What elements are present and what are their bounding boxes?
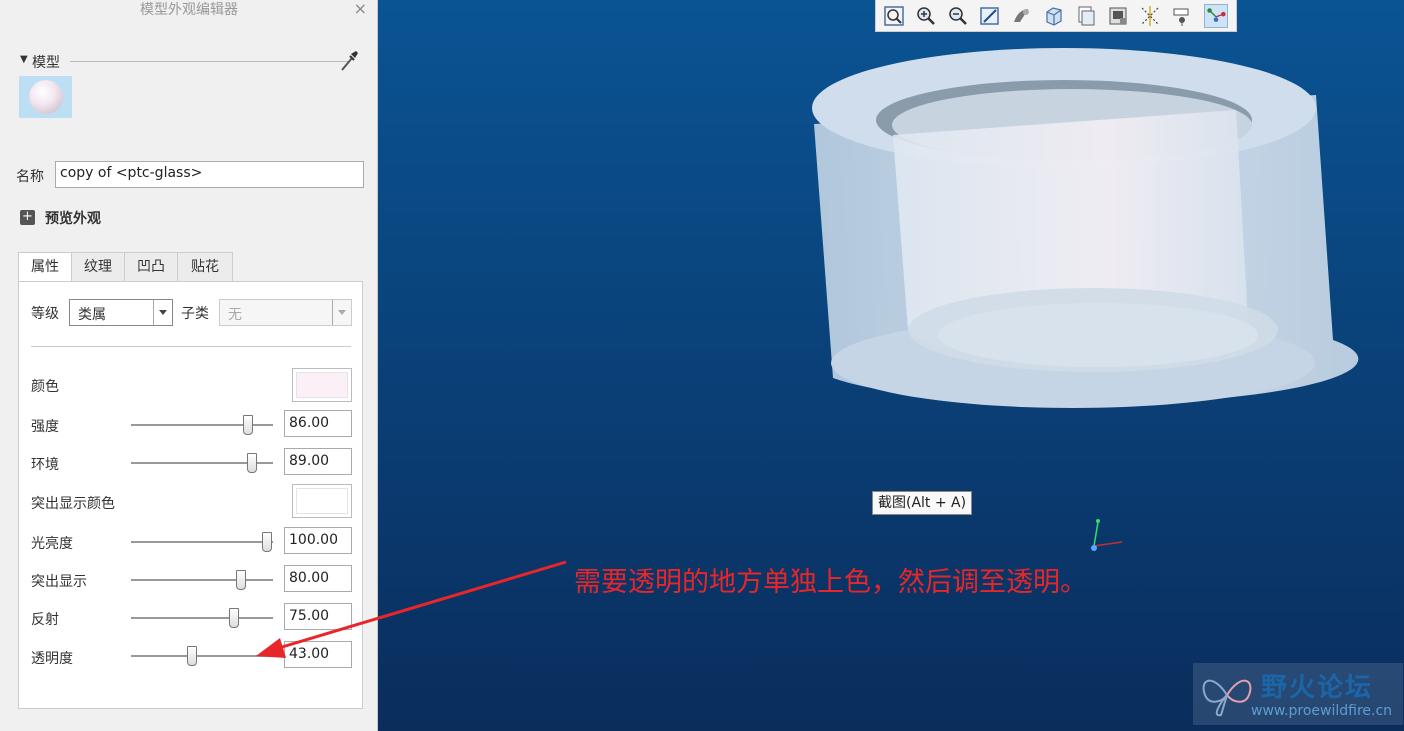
- ambient-input[interactable]: 89.00: [284, 448, 352, 475]
- subclass-dropdown[interactable]: 无: [219, 299, 352, 326]
- section-divider: [70, 61, 350, 62]
- class-label: 等级: [31, 306, 59, 322]
- transparency-slider[interactable]: [131, 655, 273, 657]
- transparency-input[interactable]: 43.00: [284, 641, 352, 668]
- saved-orientations-icon[interactable]: [1042, 4, 1066, 28]
- eyedropper-icon[interactable]: [338, 48, 360, 74]
- highlight-color-label: 突出显示颜色: [31, 496, 115, 512]
- name-label: 名称: [16, 169, 44, 185]
- display-style-icon[interactable]: [1010, 4, 1034, 28]
- shininess-label: 光亮度: [31, 536, 73, 552]
- intensity-input[interactable]: 86.00: [284, 410, 352, 437]
- appearance-editor-panel: 模型外观编辑器 × ▼ 模型 名称 copy of <ptc-glass> + …: [0, 0, 378, 731]
- class-dropdown-value: 类属: [78, 307, 106, 323]
- view-manager-icon[interactable]: [1074, 4, 1098, 28]
- shininess-slider[interactable]: [131, 541, 273, 543]
- appearance-name-input[interactable]: copy of <ptc-glass>: [55, 161, 364, 188]
- watermark-url: www.proewildfire.cn: [1251, 703, 1393, 719]
- highlight-color-swatch[interactable]: [292, 484, 352, 518]
- tab-properties[interactable]: 属性: [18, 252, 72, 283]
- model-section-header[interactable]: ▼ 模型: [20, 52, 365, 71]
- spin-center-icon[interactable]: [1204, 4, 1228, 28]
- reflection-slider[interactable]: [131, 617, 273, 619]
- ambient-label: 环境: [31, 457, 59, 473]
- color-swatch-fill: [296, 372, 348, 398]
- reflection-label: 反射: [31, 612, 59, 628]
- class-dropdown[interactable]: 类属: [69, 299, 173, 326]
- graphics-viewport[interactable]: 截图(Alt + A) 需要透明的地方单独上色，然后调至透明。 野火论坛 www…: [378, 0, 1404, 731]
- highlight-color-swatch-fill: [296, 488, 348, 514]
- appearance-thumbnail[interactable]: [19, 76, 72, 118]
- tab-decal[interactable]: 贴花: [177, 252, 233, 282]
- highlight-input[interactable]: 80.00: [284, 565, 352, 592]
- expand-plus-icon[interactable]: +: [20, 210, 35, 225]
- reflection-input[interactable]: 75.00: [284, 603, 352, 630]
- shininess-slider-handle[interactable]: [262, 532, 272, 552]
- refit-icon[interactable]: [882, 4, 906, 28]
- transparency-slider-handle[interactable]: [187, 646, 197, 666]
- repaint-icon[interactable]: [978, 4, 1002, 28]
- screenshot-tooltip: 截图(Alt + A): [872, 491, 973, 515]
- highlight-slider-handle[interactable]: [236, 570, 246, 590]
- intensity-slider-handle[interactable]: [243, 415, 253, 435]
- chevron-down-icon[interactable]: [332, 300, 351, 325]
- model-section-label: 模型: [32, 55, 60, 71]
- transparent-ring-model: [812, 48, 1359, 551]
- watermark-title: 野火论坛: [1261, 673, 1374, 703]
- subclass-label: 子类: [181, 306, 209, 322]
- properties-tab-content: 等级 类属 子类 无 颜色 强度 86.00 环境 89.00 突出显示颜色 光…: [18, 281, 363, 709]
- zoom-in-icon[interactable]: [914, 4, 938, 28]
- shininess-input[interactable]: 100.00: [284, 527, 352, 554]
- view-toolbar: [875, 0, 1237, 32]
- panel-title: 模型外观编辑器: [140, 2, 238, 18]
- tab-bump[interactable]: 凹凸: [124, 252, 178, 282]
- forum-watermark: 野火论坛 www.proewildfire.cn: [1193, 663, 1403, 725]
- annotation-text: 需要透明的地方单独上色，然后调至透明。: [574, 567, 1087, 598]
- intensity-label: 强度: [31, 419, 59, 435]
- collapse-caret-icon[interactable]: ▼: [20, 54, 28, 65]
- glass-sphere-preview: [29, 80, 63, 114]
- subclass-dropdown-value: 无: [228, 307, 242, 323]
- transparency-label: 透明度: [31, 651, 73, 667]
- close-icon[interactable]: ×: [354, 0, 367, 18]
- highlight-slider[interactable]: [131, 579, 273, 581]
- zoom-out-icon[interactable]: [946, 4, 970, 28]
- color-swatch[interactable]: [292, 368, 352, 402]
- highlight-label: 突出显示: [31, 574, 87, 590]
- butterfly-logo-icon: [1202, 679, 1252, 717]
- perspective-icon[interactable]: [1106, 4, 1130, 28]
- preview-appearance-label: 预览外观: [45, 211, 101, 227]
- divider: [31, 346, 351, 347]
- datum-display-icon[interactable]: [1138, 4, 1162, 28]
- color-label: 颜色: [31, 379, 59, 395]
- chevron-down-icon[interactable]: [153, 300, 172, 325]
- reflection-slider-handle[interactable]: [229, 608, 239, 628]
- annotation-display-icon[interactable]: [1170, 4, 1194, 28]
- tab-texture[interactable]: 纹理: [71, 252, 125, 282]
- ambient-slider-handle[interactable]: [247, 453, 257, 473]
